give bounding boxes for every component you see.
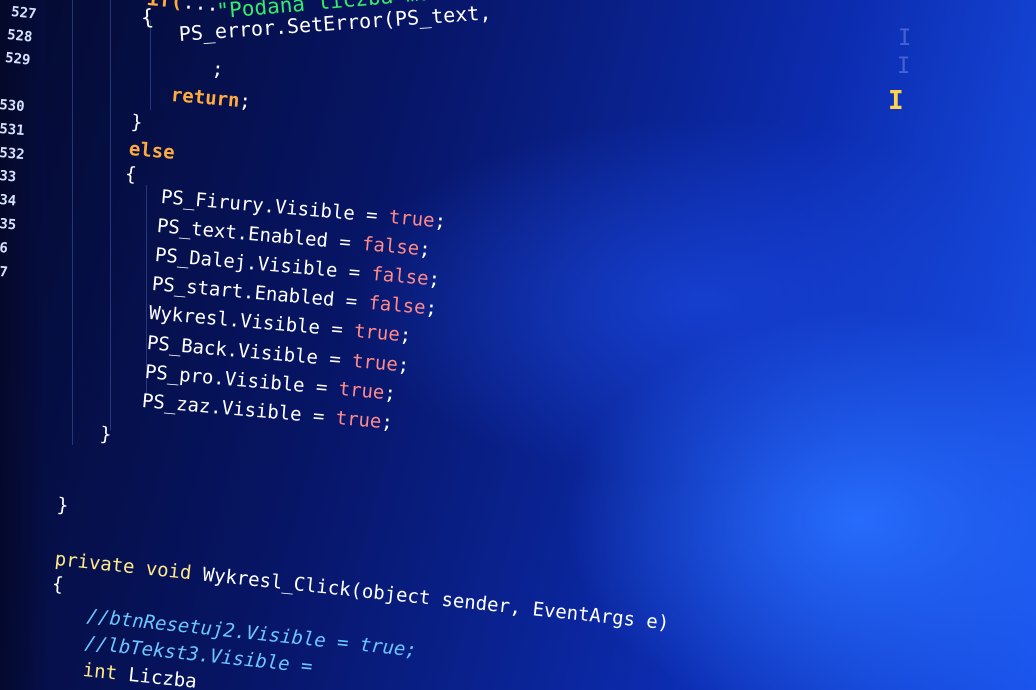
token-punctuation: ; xyxy=(396,353,411,377)
code-line[interactable]: } xyxy=(56,494,69,517)
token-boolean-literal: true xyxy=(353,319,401,346)
line-number: 34 xyxy=(0,192,17,210)
code-line[interactable]: { xyxy=(124,163,137,186)
line-number: 530 xyxy=(0,97,26,116)
line-number: 6 xyxy=(0,240,9,257)
code-line[interactable]: } xyxy=(130,111,143,134)
token-punctuation: ; xyxy=(380,410,394,434)
code-line[interactable]: return; xyxy=(170,84,252,113)
token-boolean-literal: true xyxy=(337,377,386,404)
line-number: 7 xyxy=(0,264,9,281)
token-boolean-literal: true xyxy=(334,406,383,433)
line-number: 531 xyxy=(0,121,26,140)
token-punctuation: ; xyxy=(238,89,252,113)
token-boolean-literal: true xyxy=(387,205,436,232)
token-boolean-literal: true xyxy=(351,349,399,376)
token-boolean-literal: false xyxy=(367,291,427,319)
token-identifier: Liczba xyxy=(127,663,198,690)
token-punctuation: } xyxy=(130,111,144,134)
token-keyword: else xyxy=(128,138,176,164)
line-number: 527 xyxy=(10,4,38,23)
token-punctuation: ; xyxy=(427,267,441,291)
line-number: 33 xyxy=(0,168,17,186)
ghost-cursor-icon: I xyxy=(897,54,911,79)
token-punctuation: ; xyxy=(211,58,225,81)
token-boolean-literal: false xyxy=(370,262,430,290)
code-editor-photo: 52752852953053153233343567 if(...{ "Poda… xyxy=(0,0,1036,690)
line-number: 529 xyxy=(4,50,32,69)
token-punctuation: { xyxy=(124,163,138,186)
token-punctuation: ; xyxy=(433,209,447,233)
ghost-cursor-icon: I xyxy=(898,26,912,51)
token-type-keyword: int xyxy=(81,659,130,686)
token-punctuation: } xyxy=(56,494,70,517)
line-number: 532 xyxy=(0,145,26,164)
token-punctuation: ; xyxy=(383,381,397,405)
indent-guide xyxy=(72,0,73,445)
token-boolean-literal: false xyxy=(361,232,421,260)
code-line[interactable]: { xyxy=(51,573,64,596)
token-punctuation: ; xyxy=(398,323,413,347)
code-line[interactable]: else xyxy=(128,138,176,164)
token-punctuation: ; xyxy=(418,237,432,261)
code-line[interactable]: } xyxy=(99,423,112,446)
token-type-keyword: private void xyxy=(53,548,204,586)
token-punctuation: { xyxy=(51,573,65,596)
token-punctuation: ; xyxy=(424,296,438,320)
text-cursor-icon: I xyxy=(888,86,904,116)
code-line[interactable]: ; xyxy=(211,58,224,81)
token-keyword: return xyxy=(170,84,241,112)
indent-guide xyxy=(150,20,151,110)
line-number: 528 xyxy=(6,27,34,46)
line-number: 35 xyxy=(0,216,17,234)
indent-guide xyxy=(110,0,111,430)
token-punctuation: } xyxy=(99,423,113,446)
